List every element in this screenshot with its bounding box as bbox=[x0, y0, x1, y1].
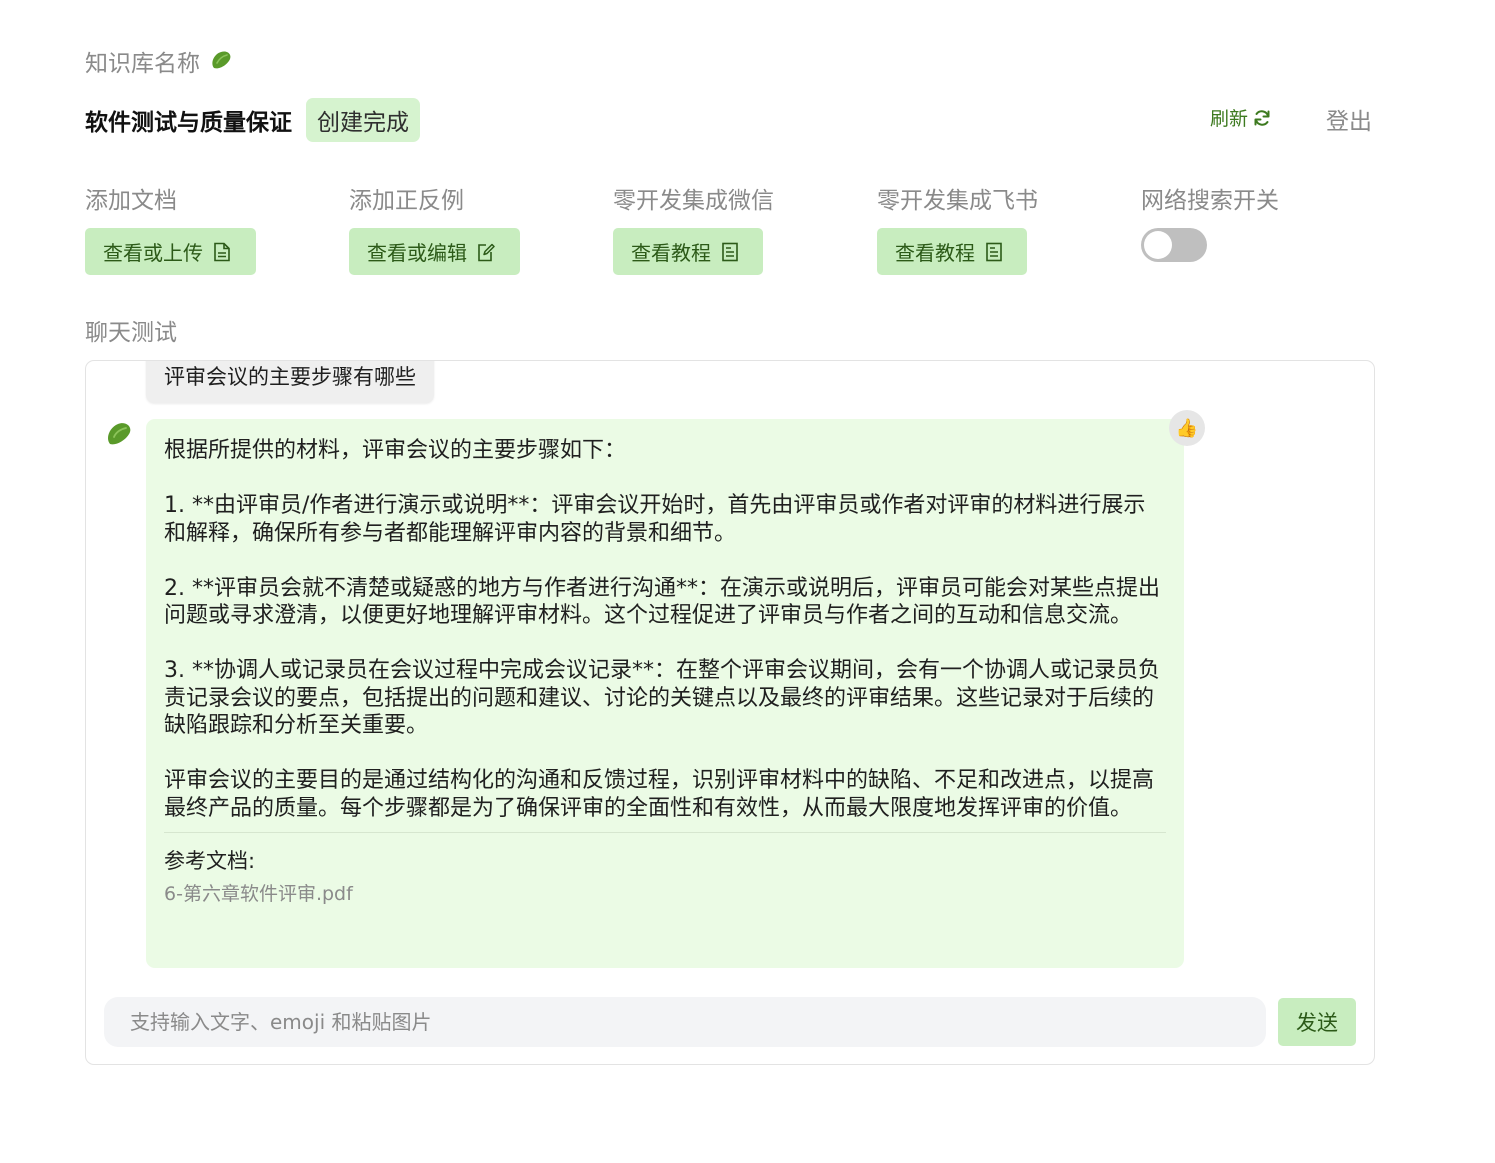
refresh-icon bbox=[1254, 109, 1270, 126]
bean-logo-icon bbox=[212, 51, 231, 69]
button-label: 查看或上传 bbox=[103, 241, 203, 265]
answer-paragraph: 3. **协调人或记录员在会议过程中完成会议记录**：在整个评审会议期间，会有一… bbox=[164, 658, 1160, 738]
thumbs-up-button[interactable]: 👍 bbox=[1169, 410, 1205, 446]
wechat-tutorial-button[interactable]: 查看教程 bbox=[613, 228, 763, 275]
bot-avatar-icon bbox=[107, 423, 131, 445]
document-icon bbox=[722, 242, 738, 261]
answer-paragraph: 1. **由评审员/作者进行演示或说明**：评审会议开始时，首先由评审员或作者对… bbox=[164, 493, 1146, 546]
reference-title: 参考文档: bbox=[164, 849, 256, 873]
feishu-tutorial-button[interactable]: 查看教程 bbox=[877, 228, 1027, 275]
chat-input[interactable] bbox=[104, 997, 1266, 1047]
reference-docs: 参考文档: 6-第六章软件评审.pdf bbox=[164, 832, 1166, 906]
button-label: 查看教程 bbox=[895, 241, 975, 265]
feature-feishu-integration: 零开发集成飞书 查看教程 bbox=[877, 181, 1038, 275]
view-edit-button[interactable]: 查看或编辑 bbox=[349, 228, 520, 275]
button-label: 查看教程 bbox=[631, 241, 711, 265]
feature-title: 网络搜索开关 bbox=[1141, 188, 1279, 214]
edit-icon bbox=[478, 243, 495, 261]
chat-input-row: 发送 bbox=[104, 997, 1356, 1047]
feature-title: 零开发集成微信 bbox=[613, 188, 774, 214]
feature-wechat-integration: 零开发集成微信 查看教程 bbox=[613, 181, 774, 275]
answer-paragraph: 根据所提供的材料，评审会议的主要步骤如下： bbox=[164, 438, 627, 463]
button-label: 查看或编辑 bbox=[367, 241, 467, 265]
document-icon bbox=[986, 242, 1002, 261]
user-message: 评审会议的主要步骤有哪些 bbox=[146, 361, 434, 403]
logout-button[interactable]: 登出 bbox=[1326, 102, 1372, 136]
feature-title: 零开发集成飞书 bbox=[877, 188, 1038, 214]
feature-add-examples: 添加正反例 查看或编辑 bbox=[349, 181, 520, 275]
view-upload-button[interactable]: 查看或上传 bbox=[85, 228, 256, 275]
send-button[interactable]: 发送 bbox=[1278, 998, 1356, 1046]
chat-panel: 评审会议的主要步骤有哪些 根据所提供的材料，评审会议的主要步骤如下： 1. **… bbox=[85, 360, 1375, 1065]
web-search-toggle[interactable] bbox=[1141, 228, 1207, 262]
kb-name-label: 知识库名称 bbox=[85, 44, 234, 78]
answer-paragraph: 评审会议的主要目的是通过结构化的沟通和反馈过程，识别评审材料中的缺陷、不足和改进… bbox=[164, 768, 1155, 821]
toggle-knob bbox=[1144, 231, 1172, 259]
feature-web-search: 网络搜索开关 bbox=[1141, 181, 1279, 215]
chat-test-label: 聊天测试 bbox=[85, 320, 177, 346]
thumbs-up-icon: 👍 bbox=[1175, 417, 1199, 439]
answer-paragraph: 2. **评审员会就不清楚或疑惑的地方与作者进行沟通**：在演示或说明后，评审员… bbox=[164, 575, 1160, 629]
refresh-button[interactable]: 刷新 bbox=[1210, 104, 1272, 131]
bot-answer: 根据所提供的材料，评审会议的主要步骤如下： 1. **由评审员/作者进行演示或说… bbox=[146, 419, 1184, 968]
feature-title: 添加文档 bbox=[85, 188, 177, 214]
kb-title-row: 软件测试与质量保证 创建完成 bbox=[85, 98, 420, 142]
feature-title: 添加正反例 bbox=[349, 188, 464, 214]
feature-add-documents: 添加文档 查看或上传 bbox=[85, 181, 256, 275]
refresh-label: 刷新 bbox=[1210, 108, 1249, 130]
kb-name: 软件测试与质量保证 bbox=[85, 110, 292, 136]
reference-item[interactable]: 6-第六章软件评审.pdf bbox=[164, 879, 1166, 906]
kb-label-text: 知识库名称 bbox=[85, 51, 200, 77]
document-upload-icon bbox=[214, 242, 230, 261]
status-badge: 创建完成 bbox=[306, 98, 420, 142]
